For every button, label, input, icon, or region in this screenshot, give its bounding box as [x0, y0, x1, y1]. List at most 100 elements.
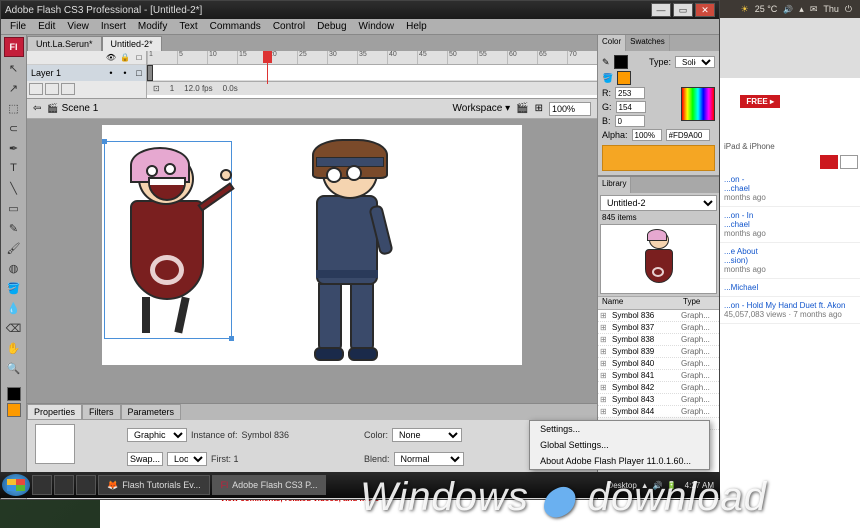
library-doc-select[interactable]: Untitled-2	[600, 195, 717, 211]
playhead[interactable]	[267, 51, 268, 84]
character-2-symbol[interactable]	[292, 135, 422, 365]
related-video[interactable]: ...e About...sion)months ago	[720, 243, 860, 279]
menu-insert[interactable]: Insert	[96, 21, 131, 32]
menu-debug[interactable]: Debug	[312, 21, 351, 32]
library-item[interactable]: ⊞Symbol 839Graph...	[598, 346, 719, 358]
fill-swatch[interactable]	[617, 71, 631, 85]
zoom-input[interactable]	[549, 102, 591, 116]
menu-item-global-settings[interactable]: Global Settings...	[530, 437, 709, 453]
stroke-swatch[interactable]	[614, 55, 628, 69]
quicklaunch-icon[interactable]	[54, 475, 74, 495]
zoom-tool-icon[interactable]: 🔍	[5, 359, 23, 377]
library-item[interactable]: ⊞Symbol 841Graph...	[598, 370, 719, 382]
free-transform-tool-icon[interactable]: ⬚	[5, 99, 23, 117]
menu-item-settings[interactable]: Settings...	[530, 421, 709, 437]
back-icon[interactable]: ⇦	[33, 103, 41, 114]
stroke-color-icon[interactable]	[7, 387, 21, 401]
menu-edit[interactable]: Edit	[33, 21, 60, 32]
filters-tab[interactable]: Filters	[82, 404, 121, 420]
library-item[interactable]: ⊞Symbol 844Graph...	[598, 406, 719, 418]
canvas[interactable]	[102, 125, 522, 365]
delete-layer-icon[interactable]	[61, 83, 75, 95]
line-tool-icon[interactable]: ╲	[5, 179, 23, 197]
menu-modify[interactable]: Modify	[133, 21, 172, 32]
new-layer-icon[interactable]	[29, 83, 43, 95]
free-badge[interactable]: FREE ▸	[740, 95, 780, 108]
taskbar-item[interactable]: 🦊Flash Tutorials Ev...	[98, 475, 210, 495]
view-toggle[interactable]	[720, 153, 860, 171]
visibility-icon[interactable]: 👁	[104, 53, 118, 62]
g-input[interactable]	[616, 101, 646, 113]
menu-text[interactable]: Text	[174, 21, 202, 32]
keyframe[interactable]	[147, 65, 153, 81]
selection-tool-icon[interactable]: ↖	[5, 59, 23, 77]
library-item[interactable]: ⊞Symbol 836Graph...	[598, 310, 719, 322]
new-folder-icon[interactable]	[45, 83, 59, 95]
related-video[interactable]: ...Michael	[720, 279, 860, 297]
speaker-icon[interactable]	[783, 5, 793, 14]
quicklaunch-icon[interactable]	[32, 475, 52, 495]
pen-tool-icon[interactable]: ✒	[5, 139, 23, 157]
list-view-icon[interactable]	[820, 155, 838, 169]
power-icon[interactable]	[845, 4, 852, 15]
related-video[interactable]: ...on -...chaelmonths ago	[720, 171, 860, 207]
menu-control[interactable]: Control	[268, 21, 310, 32]
properties-tab[interactable]: Properties	[27, 404, 82, 420]
titlebar[interactable]: Adobe Flash CS3 Professional - [Untitled…	[1, 1, 719, 19]
paint-bucket-tool-icon[interactable]: 🪣	[5, 279, 23, 297]
start-button[interactable]	[2, 474, 30, 496]
quicklaunch-icon[interactable]	[76, 475, 96, 495]
fill-color-icon[interactable]	[7, 403, 21, 417]
doc-tab[interactable]: Untitled-2*	[102, 36, 162, 51]
swatches-tab[interactable]: Swatches	[626, 35, 670, 51]
character-1-symbol[interactable]	[108, 145, 228, 335]
onion-skin-icon[interactable]: ⊡	[153, 84, 160, 93]
lasso-tool-icon[interactable]: ⊂	[5, 119, 23, 137]
text-tool-icon[interactable]: T	[5, 159, 23, 177]
rectangle-tool-icon[interactable]: ▭	[5, 199, 23, 217]
library-tab[interactable]: Library	[598, 177, 631, 193]
close-button[interactable]: ✕	[695, 3, 715, 17]
menu-window[interactable]: Window	[354, 21, 400, 32]
menu-help[interactable]: Help	[401, 21, 432, 32]
color-spectrum[interactable]	[681, 87, 715, 121]
related-video[interactable]: ...on - Hold My Hand Duet ft. Akon45,057…	[720, 297, 860, 324]
edit-symbol-icon[interactable]: ⊞	[535, 103, 543, 114]
stage[interactable]	[27, 119, 597, 403]
library-item[interactable]: ⊞Symbol 837Graph...	[598, 322, 719, 334]
alpha-input[interactable]	[632, 129, 662, 141]
library-list[interactable]: ⊞Symbol 836Graph...⊞Symbol 837Graph...⊞S…	[598, 310, 719, 499]
related-video[interactable]: ...on - In...chaelmonths ago	[720, 207, 860, 243]
brush-tool-icon[interactable]: 🖌	[5, 239, 23, 257]
loop-select[interactable]: Loop	[167, 452, 207, 466]
lock-icon[interactable]: 🔒	[118, 53, 132, 62]
layer-row[interactable]: Layer 1••□	[27, 65, 146, 81]
network-icon[interactable]	[799, 4, 804, 15]
menu-view[interactable]: View	[62, 21, 94, 32]
eraser-tool-icon[interactable]: ⌫	[5, 319, 23, 337]
r-input[interactable]	[615, 87, 645, 99]
timeline-frames[interactable]: 1510152025303540455055606570 ⊡ 1 12.0 fp…	[147, 51, 597, 98]
ink-bottle-tool-icon[interactable]: ◍	[5, 259, 23, 277]
library-item[interactable]: ⊞Symbol 838Graph...	[598, 334, 719, 346]
hex-input[interactable]	[666, 129, 710, 141]
eyedropper-tool-icon[interactable]: 💧	[5, 299, 23, 317]
menu-commands[interactable]: Commands	[205, 21, 266, 32]
taskbar-item[interactable]: FlAdobe Flash CS3 P...	[212, 475, 327, 495]
b-input[interactable]	[615, 115, 645, 127]
menu-file[interactable]: File	[5, 21, 31, 32]
parameters-tab[interactable]: Parameters	[121, 404, 182, 420]
color-effect-select[interactable]: None	[392, 428, 462, 442]
library-item[interactable]: ⊞Symbol 840Graph...	[598, 358, 719, 370]
pencil-tool-icon[interactable]: ✎	[5, 219, 23, 237]
doc-tab[interactable]: Unt.La.Serun*	[27, 36, 102, 51]
blend-select[interactable]: Normal	[394, 452, 464, 466]
hand-tool-icon[interactable]: ✋	[5, 339, 23, 357]
maximize-button[interactable]: ▭	[673, 3, 693, 17]
library-item[interactable]: ⊞Symbol 842Graph...	[598, 382, 719, 394]
minimize-button[interactable]: —	[651, 3, 671, 17]
symbol-type-select[interactable]: Graphic	[127, 428, 187, 442]
type-column[interactable]: Type	[683, 297, 719, 309]
swap-button[interactable]: Swap...	[127, 452, 163, 466]
color-tab[interactable]: Color	[598, 35, 626, 51]
